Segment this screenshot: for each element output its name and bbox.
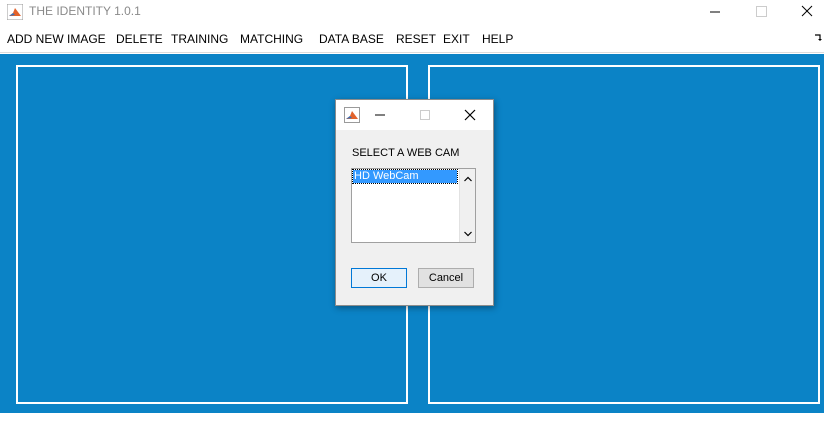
- menu-exit[interactable]: EXIT: [443, 32, 470, 46]
- menu-training[interactable]: TRAINING: [171, 32, 228, 46]
- maximize-icon: [738, 6, 784, 28]
- matlab-icon: [344, 107, 360, 123]
- chevron-up-icon[interactable]: [462, 172, 474, 184]
- dialog-title-bar: [336, 100, 493, 130]
- menu-data-base[interactable]: DATA BASE: [319, 32, 384, 46]
- mouse-pointer-icon: [340, 408, 346, 421]
- ok-button[interactable]: OK: [351, 268, 407, 288]
- minimize-icon: [371, 111, 389, 128]
- close-icon: [461, 109, 479, 128]
- dialog-minimize-button[interactable]: [371, 106, 389, 124]
- select-webcam-dialog: SELECT A WEB CAM HD WebCam OK Cancel: [335, 99, 494, 306]
- menu-bar: ADD NEW IMAGE DELETE TRAINING MATCHING D…: [0, 30, 824, 50]
- webcam-listbox[interactable]: HD WebCam: [351, 168, 476, 243]
- maximize-button[interactable]: [738, 0, 784, 24]
- toolbar-arrow-icon[interactable]: [814, 33, 822, 44]
- maximize-icon: [416, 110, 434, 128]
- window-title: THE IDENTITY 1.0.1: [29, 4, 141, 18]
- minimize-button[interactable]: [692, 0, 738, 24]
- menu-reset[interactable]: RESET: [396, 32, 436, 46]
- matlab-icon: [6, 3, 24, 21]
- webcam-option[interactable]: HD WebCam: [352, 169, 458, 184]
- menu-add-new-image[interactable]: ADD NEW IMAGE: [7, 32, 106, 46]
- close-icon: [784, 5, 824, 28]
- window-title-bar: THE IDENTITY 1.0.1: [0, 0, 824, 24]
- menu-matching[interactable]: MATCHING: [240, 32, 303, 46]
- minimize-icon: [692, 11, 738, 28]
- menu-delete[interactable]: DELETE: [116, 32, 163, 46]
- menu-help[interactable]: HELP: [482, 32, 513, 46]
- webcam-prompt-label: SELECT A WEB CAM: [352, 147, 460, 159]
- menu-divider: [0, 52, 824, 53]
- dialog-close-button[interactable]: [461, 106, 479, 124]
- chevron-down-icon[interactable]: [462, 227, 474, 239]
- dialog-maximize-button[interactable]: [416, 106, 434, 124]
- listbox-scrollbar[interactable]: [459, 169, 475, 242]
- close-button[interactable]: [784, 0, 824, 24]
- cancel-button[interactable]: Cancel: [418, 268, 474, 288]
